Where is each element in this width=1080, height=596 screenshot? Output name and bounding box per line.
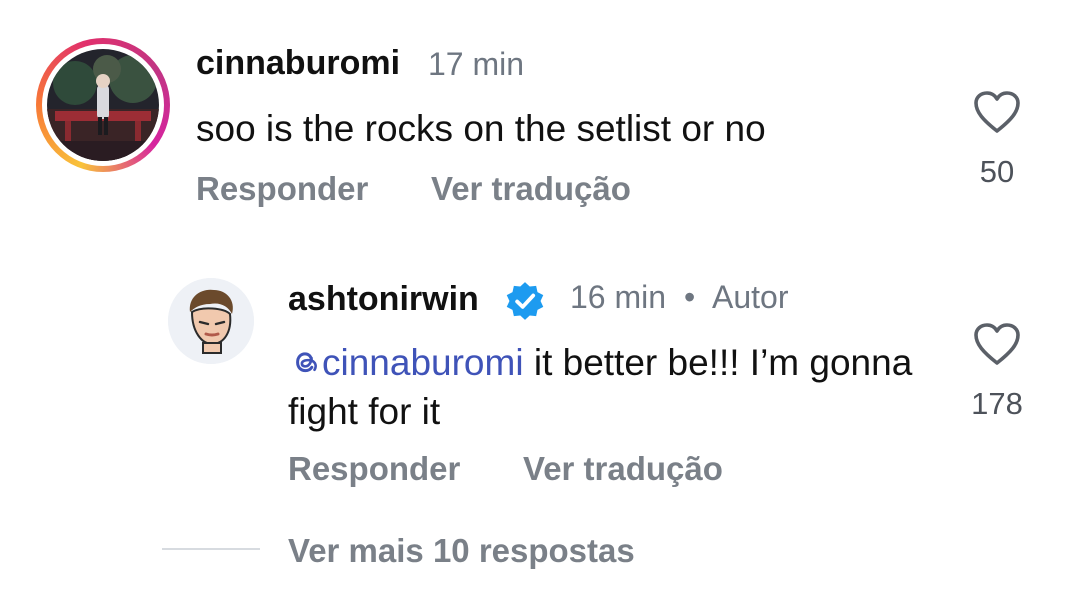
comment-username[interactable]: cinnaburomi [196, 44, 400, 83]
meta-separator: • [684, 279, 696, 315]
translate-button-2[interactable]: Ver tradução [523, 450, 723, 488]
reply-button-2[interactable]: Responder [288, 450, 460, 488]
avatar-story-ring[interactable] [36, 38, 170, 172]
translate-button[interactable]: Ver tradução [431, 170, 631, 208]
avatar-photo-icon [47, 49, 159, 161]
like-count: 50 [979, 154, 1015, 189]
like-heart-icon[interactable] [973, 90, 1021, 134]
mention-link[interactable]: cinnaburomi [288, 342, 524, 383]
mention-username: cinnaburomi [322, 342, 524, 383]
like-heart-icon-2[interactable] [973, 322, 1021, 366]
avatar-face-icon [168, 278, 254, 364]
reply-username[interactable]: ashtonirwin [288, 280, 479, 319]
verified-badge-icon [506, 282, 544, 320]
reply-timestamp: 16 min [570, 279, 667, 315]
avatar-cinnaburomi[interactable] [47, 49, 159, 161]
reply-text: cinnaburomi it better be!!! I’m gonna fi… [288, 338, 928, 436]
author-badge: Autor [712, 279, 789, 315]
comment-timestamp: 17 min [428, 46, 525, 82]
threads-icon [296, 352, 317, 373]
view-more-replies-button[interactable]: Ver mais 10 respostas [288, 532, 635, 570]
like-count-2: 178 [971, 386, 1023, 421]
avatar-ashtonirwin[interactable] [168, 278, 254, 364]
reply-button[interactable]: Responder [196, 170, 368, 208]
comment-text: soo is the rocks on the setlist or no [196, 108, 766, 149]
thread-divider-line [162, 548, 260, 550]
